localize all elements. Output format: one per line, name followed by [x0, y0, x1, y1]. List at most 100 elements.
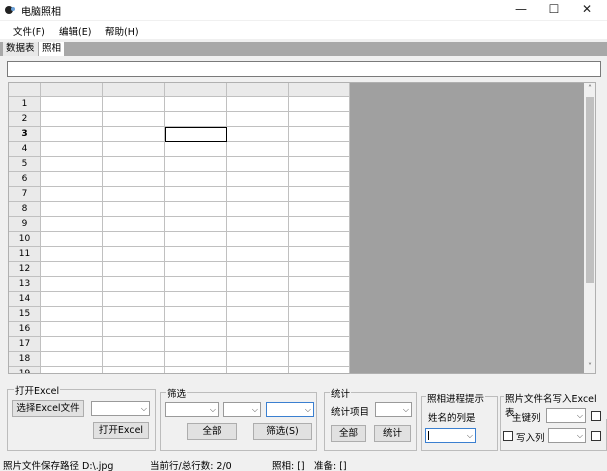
table-row[interactable]: 5 [9, 157, 350, 172]
grid-cell[interactable] [289, 232, 350, 247]
grid-cell[interactable] [289, 172, 350, 187]
grid-cell[interactable] [103, 247, 165, 262]
grid-cell[interactable] [41, 292, 103, 307]
grid-cell[interactable] [41, 262, 103, 277]
column-header[interactable] [103, 83, 165, 97]
grid-cell[interactable] [41, 97, 103, 112]
table-row[interactable]: 14 [9, 292, 350, 307]
table-row[interactable]: 13 [9, 277, 350, 292]
grid-cell[interactable] [103, 142, 165, 157]
row-header[interactable]: 2 [9, 112, 41, 127]
grid-cell[interactable] [41, 112, 103, 127]
key-column-select[interactable]: ⌵ [546, 408, 586, 423]
grid-cell[interactable] [289, 187, 350, 202]
grid-cell[interactable] [289, 277, 350, 292]
menu-help[interactable]: 帮助(H) [105, 24, 139, 38]
grid-cell[interactable] [103, 337, 165, 352]
grid-cell[interactable] [165, 172, 227, 187]
grid-cells-area[interactable]: 1 2 3 4 5 6 7 8 9 10 11 12 13 14 15 16 17 18 19 [9, 83, 350, 373]
grid-cell[interactable] [165, 247, 227, 262]
grid-cell[interactable] [165, 157, 227, 172]
select-excel-file-button[interactable]: 选择Excel文件 [12, 400, 84, 417]
scroll-down-arrow-icon[interactable]: ˅ [584, 361, 595, 373]
grid-cell[interactable] [227, 247, 289, 262]
grid-cell[interactable] [227, 367, 289, 373]
table-row[interactable]: 9 [9, 217, 350, 232]
grid-cell[interactable] [41, 307, 103, 322]
stats-all-button[interactable]: 全部 [331, 425, 366, 442]
grid-cell[interactable] [103, 232, 165, 247]
stats-button[interactable]: 统计 [374, 425, 411, 442]
row-header[interactable]: 1 [9, 97, 41, 112]
grid-cell[interactable] [289, 352, 350, 367]
row-header[interactable]: 14 [9, 292, 41, 307]
grid-cell[interactable] [103, 172, 165, 187]
grid-cell[interactable] [289, 142, 350, 157]
grid-cell[interactable] [289, 202, 350, 217]
row-header[interactable]: 5 [9, 157, 41, 172]
grid-cell[interactable] [41, 352, 103, 367]
grid-cell[interactable] [103, 292, 165, 307]
grid-cell[interactable] [227, 157, 289, 172]
table-row[interactable]: 10 [9, 232, 350, 247]
grid-cell[interactable] [41, 217, 103, 232]
spreadsheet-grid[interactable]: 1 2 3 4 5 6 7 8 9 10 11 12 13 14 15 16 17 18 19 ˄ ˅ [8, 82, 596, 374]
table-row[interactable]: 11 [9, 247, 350, 262]
table-row[interactable]: 17 [9, 337, 350, 352]
grid-cell[interactable] [41, 277, 103, 292]
table-row[interactable]: 2 [9, 112, 350, 127]
column-header[interactable] [165, 83, 227, 97]
column-header[interactable] [227, 83, 289, 97]
table-row[interactable]: 8 [9, 202, 350, 217]
grid-cell[interactable] [165, 322, 227, 337]
grid-cell[interactable] [227, 202, 289, 217]
grid-cell[interactable] [41, 367, 103, 373]
grid-cell[interactable] [289, 157, 350, 172]
grid-cell[interactable] [103, 112, 165, 127]
grid-cell[interactable] [103, 352, 165, 367]
grid-cell[interactable] [227, 127, 289, 142]
sheet-select[interactable]: ⌵ [91, 401, 150, 416]
column-header[interactable] [41, 83, 103, 97]
grid-cell[interactable] [165, 232, 227, 247]
row-header[interactable]: 11 [9, 247, 41, 262]
table-row[interactable]: 16 [9, 322, 350, 337]
open-excel-button[interactable]: 打开Excel [93, 422, 149, 439]
table-row[interactable]: 19 [9, 367, 350, 373]
grid-cell[interactable] [41, 187, 103, 202]
table-row[interactable]: 12 [9, 262, 350, 277]
maximize-button[interactable]: ☐ [537, 0, 571, 20]
write-column-extra-checkbox[interactable] [591, 431, 601, 441]
table-row[interactable]: 15 [9, 307, 350, 322]
close-button[interactable]: ✕ [570, 0, 604, 20]
minimize-button[interactable]: — [504, 0, 538, 20]
table-row[interactable]: 3 [9, 127, 350, 142]
table-row[interactable]: 18 [9, 352, 350, 367]
grid-cell[interactable] [289, 262, 350, 277]
stats-item-select[interactable]: ⌵ [375, 402, 412, 417]
grid-cell[interactable] [227, 352, 289, 367]
grid-cell[interactable] [41, 172, 103, 187]
grid-cell[interactable] [289, 217, 350, 232]
cell-edit-input[interactable] [7, 61, 601, 77]
grid-cell[interactable] [165, 187, 227, 202]
tab-photo[interactable]: 照相 [39, 42, 65, 56]
row-header[interactable]: 7 [9, 187, 41, 202]
grid-cell[interactable] [227, 337, 289, 352]
row-header[interactable]: 16 [9, 322, 41, 337]
grid-cell[interactable] [103, 187, 165, 202]
grid-cell[interactable] [227, 187, 289, 202]
table-row[interactable]: 6 [9, 172, 350, 187]
filter-button[interactable]: 筛选(S) [253, 423, 312, 440]
grid-cell[interactable] [41, 232, 103, 247]
grid-cell[interactable] [165, 97, 227, 112]
menu-edit[interactable]: 编辑(E) [59, 24, 91, 38]
grid-cell[interactable] [165, 262, 227, 277]
filter-all-button[interactable]: 全部 [187, 423, 237, 440]
grid-cell[interactable] [227, 172, 289, 187]
grid-cell[interactable] [103, 157, 165, 172]
grid-cell[interactable] [41, 142, 103, 157]
tab-data-sheet[interactable]: 数据表 [3, 42, 38, 56]
grid-cell[interactable] [41, 247, 103, 262]
grid-cell[interactable] [165, 352, 227, 367]
